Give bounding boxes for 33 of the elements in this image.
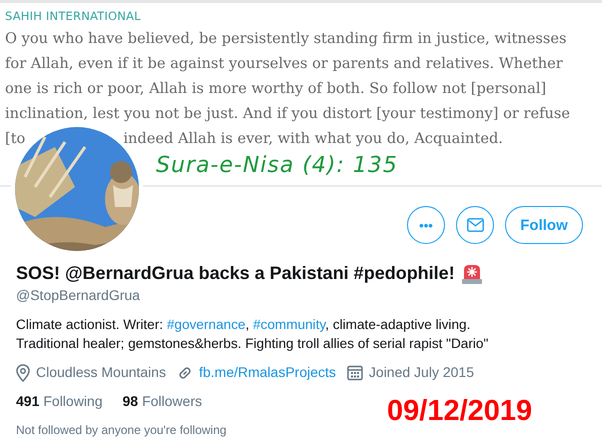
verse-text-line: indeed Allah is ever, with what you do, Acquainted.	[123, 129, 503, 149]
handwritten-note: Sura-e-Nisa (4): 135	[156, 153, 398, 178]
link-icon	[176, 364, 193, 380]
bio-text: Traditional healer; gemstones&herbs. Fighting troll allies of serial rapist "Dario"	[16, 336, 488, 351]
stat-count: 98	[122, 393, 138, 409]
verse-text-line: O you who have believed, be persistently standing firm in justice, witnesses	[5, 29, 567, 49]
verse-text-line: for Allah, even if it be against yourselves or parents and relatives. Whether	[5, 54, 563, 74]
translation-source-label: SAHIH INTERNATIONAL	[5, 9, 141, 23]
joined-date-text: Joined July 2015	[368, 363, 474, 382]
follow-button[interactable]: Follow	[505, 206, 583, 244]
stat-label[interactable]: Followers	[142, 393, 202, 409]
stat-count: 491	[16, 393, 40, 409]
bio-text: Climate actionist. Writer:	[16, 317, 164, 332]
hashtag-link[interactable]: #community	[253, 317, 326, 332]
siren-icon	[460, 264, 483, 284]
followers-you-know-note: Not followed by anyone you're following	[16, 423, 226, 437]
more-button[interactable]: •••	[407, 206, 445, 244]
verse-text-line: [to	[5, 129, 26, 149]
verse-text-line: one is rich or poor, Allah is more worthy of both. So follow not [personal]	[5, 79, 546, 99]
location-text: Cloudless Mountains	[36, 363, 166, 382]
bio-text: , climate-adaptive living.	[325, 317, 470, 332]
verse-text-line: inclination, lest you not be just. And if you distort [your testimony] or refuse	[5, 104, 570, 124]
hashtag-link[interactable]: #governance	[166, 317, 246, 332]
bio-text: ,	[245, 317, 250, 332]
profile-handle: @StopBernardGrua	[16, 287, 140, 303]
date-text: 09/12/2019	[387, 395, 532, 428]
message-button[interactable]	[456, 206, 494, 244]
profile-name: SOS! @BernardGrua backs a Pakistani #pedophile!	[16, 263, 455, 284]
mail-icon	[466, 218, 484, 232]
location-pin-icon	[16, 364, 30, 382]
stat-label[interactable]: Following	[43, 393, 102, 409]
website-link[interactable]: fb.me/RmalasProjects	[198, 363, 336, 382]
calendar-icon	[346, 364, 363, 380]
